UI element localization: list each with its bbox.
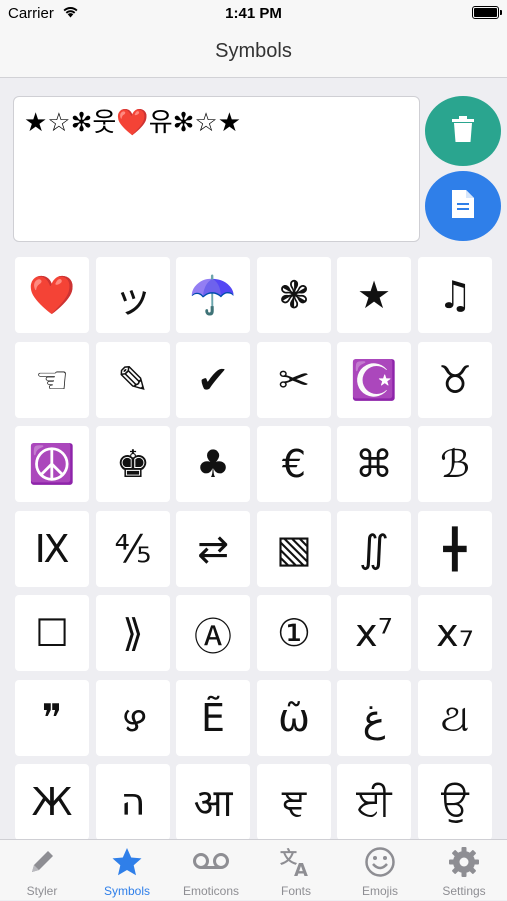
- tab-bar: Styler Symbols Emoticons 文 A Fonts Emoji…: [0, 839, 507, 900]
- symbol-cell[interactable]: غ: [337, 680, 411, 756]
- delete-button[interactable]: [425, 96, 501, 166]
- symbol-cell[interactable]: €: [257, 426, 331, 502]
- symbol-cell[interactable]: ଥ: [418, 680, 492, 756]
- symbol-cell[interactable]: ❃: [257, 257, 331, 333]
- symbol-cell[interactable]: ה: [96, 764, 170, 840]
- symbol-cell[interactable]: ★: [337, 257, 411, 333]
- tab-label: Emoticons: [182, 884, 240, 898]
- tab-label: Settings: [442, 884, 486, 898]
- smiley-icon: [338, 846, 422, 878]
- symbol-cell[interactable]: ♫: [418, 257, 492, 333]
- symbol-cell[interactable]: ☮️: [15, 426, 89, 502]
- symbol-cell[interactable]: ഴ: [96, 680, 170, 756]
- symbol-cell[interactable]: ⇄: [176, 511, 250, 587]
- symbol-cell[interactable]: ╋: [418, 511, 492, 587]
- translate-icon: 文 A: [254, 846, 338, 878]
- svg-text:A: A: [294, 860, 308, 878]
- tab-styler[interactable]: Styler: [0, 840, 84, 901]
- symbol-cell[interactable]: ✂: [257, 342, 331, 418]
- symbol-cell[interactable]: ਈ: [337, 764, 411, 840]
- symbol-cell[interactable]: ☐: [15, 595, 89, 671]
- symbol-text-editor[interactable]: ★☆✻웃❤️유✻☆★: [13, 96, 420, 242]
- page-title: Symbols: [215, 40, 292, 62]
- star-icon: [85, 846, 169, 878]
- tab-settings[interactable]: Settings: [422, 840, 506, 901]
- copy-button[interactable]: [425, 171, 501, 241]
- symbol-cell[interactable]: ♣: [176, 426, 250, 502]
- editor-text[interactable]: ★☆✻웃❤️유✻☆★: [24, 107, 241, 139]
- clock: 1:41 PM: [225, 5, 282, 22]
- symbol-cell[interactable]: ਉ: [418, 764, 492, 840]
- tab-symbols[interactable]: Symbols: [85, 840, 169, 901]
- battery-icon: [472, 6, 502, 19]
- symbol-cell[interactable]: Ⓐ: [176, 595, 250, 671]
- symbol-cell[interactable]: Ⅸ: [15, 511, 89, 587]
- symbol-cell[interactable]: ▧: [257, 511, 331, 587]
- symbol-cell[interactable]: Ẽ: [176, 680, 250, 756]
- symbol-cell[interactable]: ਞ: [257, 764, 331, 840]
- symbol-cell[interactable]: ῶ: [257, 680, 331, 756]
- status-bar: Carrier 1:41 PM: [0, 0, 507, 28]
- symbol-cell[interactable]: ①: [257, 595, 331, 671]
- symbol-cell[interactable]: आ: [176, 764, 250, 840]
- symbol-cell[interactable]: x₇: [418, 595, 492, 671]
- symbol-cell[interactable]: x⁷: [337, 595, 411, 671]
- symbol-cell[interactable]: ℬ: [418, 426, 492, 502]
- symbol-cell[interactable]: ☪️: [337, 342, 411, 418]
- symbol-cell[interactable]: ッ: [96, 257, 170, 333]
- trash-icon: [452, 116, 474, 146]
- symbol-cell[interactable]: ❤️: [15, 257, 89, 333]
- symbol-cell[interactable]: ♉: [418, 342, 492, 418]
- symbol-cell[interactable]: ❞: [15, 680, 89, 756]
- document-icon: [452, 190, 474, 222]
- symbol-cell[interactable]: ⟫: [96, 595, 170, 671]
- symbol-cell[interactable]: ♚: [96, 426, 170, 502]
- tab-label: Emojis: [361, 884, 398, 898]
- symbol-cell[interactable]: Ж: [15, 764, 89, 840]
- symbol-cell[interactable]: ☂️: [176, 257, 250, 333]
- navigation-bar: Symbols: [0, 28, 507, 78]
- tab-label: Fonts: [280, 884, 311, 898]
- pencil-icon: [0, 846, 84, 878]
- tab-label: Symbols: [103, 884, 150, 898]
- symbol-cell[interactable]: ⅘: [96, 511, 170, 587]
- symbol-cell[interactable]: ✎: [96, 342, 170, 418]
- symbol-cell[interactable]: ☜: [15, 342, 89, 418]
- voicemail-icon: [169, 846, 253, 878]
- symbol-cell[interactable]: ⌘: [337, 426, 411, 502]
- gear-icon: [422, 846, 506, 878]
- symbol-cell[interactable]: ✔: [176, 342, 250, 418]
- tab-label: Styler: [26, 884, 58, 898]
- tab-emoticons[interactable]: Emoticons: [169, 840, 253, 901]
- tab-fonts[interactable]: 文 A Fonts: [254, 840, 338, 901]
- symbol-cell[interactable]: ∬: [337, 511, 411, 587]
- tab-emojis[interactable]: Emojis: [338, 840, 422, 901]
